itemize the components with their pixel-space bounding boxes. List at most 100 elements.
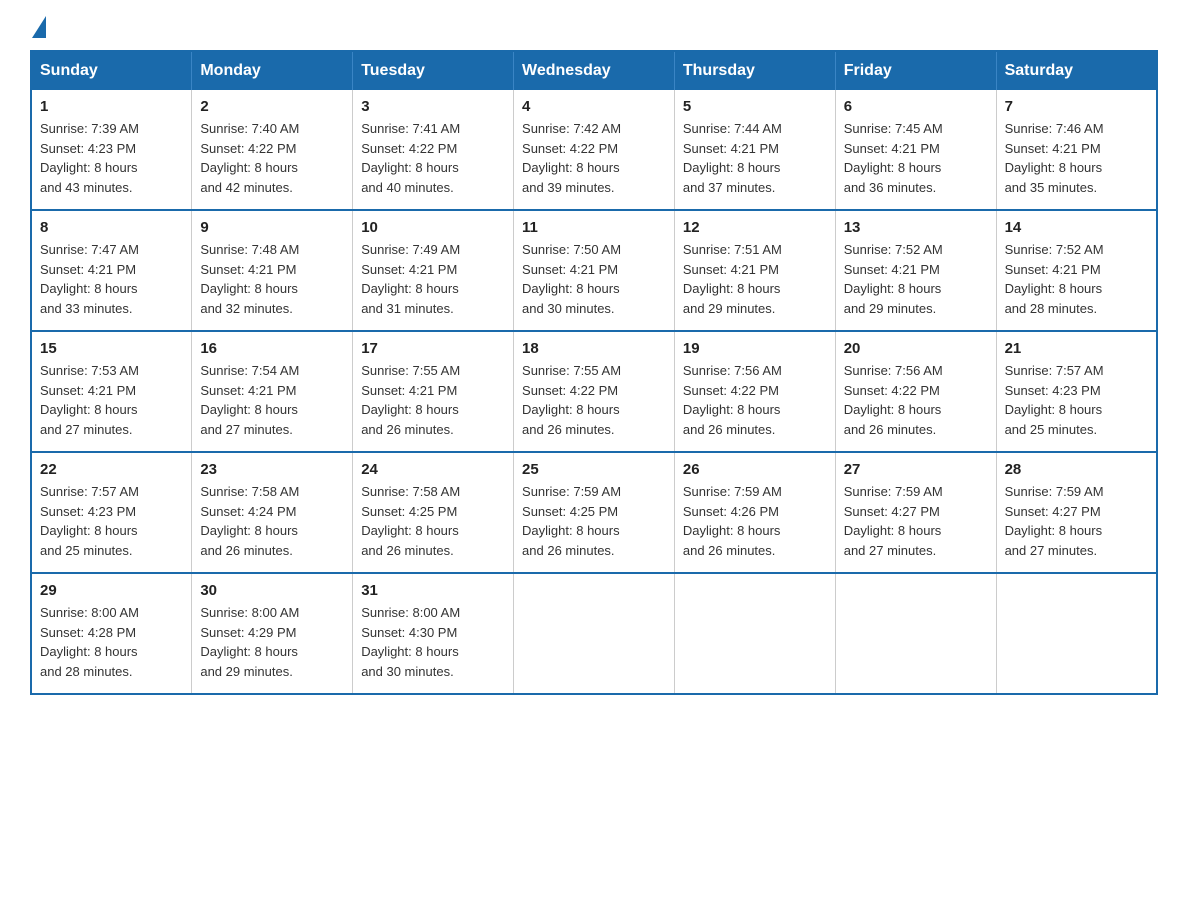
day-number: 23 [200,461,344,478]
day-info: Sunrise: 7:46 AMSunset: 4:21 PMDaylight:… [1005,121,1104,195]
day-number: 6 [844,98,988,115]
day-info: Sunrise: 7:59 AMSunset: 4:26 PMDaylight:… [683,484,782,558]
calendar-day-cell: 11 Sunrise: 7:50 AMSunset: 4:21 PMDaylig… [514,210,675,331]
day-number: 20 [844,340,988,357]
day-info: Sunrise: 7:58 AMSunset: 4:24 PMDaylight:… [200,484,299,558]
calendar-day-cell [996,573,1157,694]
calendar-week-row: 29 Sunrise: 8:00 AMSunset: 4:28 PMDaylig… [31,573,1157,694]
calendar-day-cell: 5 Sunrise: 7:44 AMSunset: 4:21 PMDayligh… [674,90,835,210]
day-info: Sunrise: 8:00 AMSunset: 4:30 PMDaylight:… [361,605,460,679]
day-info: Sunrise: 7:45 AMSunset: 4:21 PMDaylight:… [844,121,943,195]
day-number: 26 [683,461,827,478]
day-info: Sunrise: 7:51 AMSunset: 4:21 PMDaylight:… [683,242,782,316]
day-info: Sunrise: 7:58 AMSunset: 4:25 PMDaylight:… [361,484,460,558]
calendar-day-cell: 1 Sunrise: 7:39 AMSunset: 4:23 PMDayligh… [31,90,192,210]
calendar-day-cell: 16 Sunrise: 7:54 AMSunset: 4:21 PMDaylig… [192,331,353,452]
day-number: 3 [361,98,505,115]
day-info: Sunrise: 7:39 AMSunset: 4:23 PMDaylight:… [40,121,139,195]
calendar-header: SundayMondayTuesdayWednesdayThursdayFrid… [31,51,1157,90]
calendar-day-cell: 28 Sunrise: 7:59 AMSunset: 4:27 PMDaylig… [996,452,1157,573]
calendar-day-cell: 2 Sunrise: 7:40 AMSunset: 4:22 PMDayligh… [192,90,353,210]
calendar-day-cell: 24 Sunrise: 7:58 AMSunset: 4:25 PMDaylig… [353,452,514,573]
day-info: Sunrise: 7:50 AMSunset: 4:21 PMDaylight:… [522,242,621,316]
day-number: 4 [522,98,666,115]
calendar-week-row: 15 Sunrise: 7:53 AMSunset: 4:21 PMDaylig… [31,331,1157,452]
day-number: 19 [683,340,827,357]
day-number: 18 [522,340,666,357]
day-number: 13 [844,219,988,236]
calendar-day-cell: 7 Sunrise: 7:46 AMSunset: 4:21 PMDayligh… [996,90,1157,210]
calendar-day-cell: 15 Sunrise: 7:53 AMSunset: 4:21 PMDaylig… [31,331,192,452]
day-info: Sunrise: 7:59 AMSunset: 4:27 PMDaylight:… [1005,484,1104,558]
day-number: 14 [1005,219,1148,236]
calendar-day-cell [835,573,996,694]
weekday-header-saturday: Saturday [996,51,1157,90]
day-number: 25 [522,461,666,478]
day-info: Sunrise: 7:48 AMSunset: 4:21 PMDaylight:… [200,242,299,316]
day-info: Sunrise: 7:57 AMSunset: 4:23 PMDaylight:… [1005,363,1104,437]
day-number: 29 [40,582,183,599]
calendar-week-row: 1 Sunrise: 7:39 AMSunset: 4:23 PMDayligh… [31,90,1157,210]
day-number: 17 [361,340,505,357]
day-info: Sunrise: 7:42 AMSunset: 4:22 PMDaylight:… [522,121,621,195]
day-info: Sunrise: 7:44 AMSunset: 4:21 PMDaylight:… [683,121,782,195]
day-number: 27 [844,461,988,478]
day-info: Sunrise: 8:00 AMSunset: 4:28 PMDaylight:… [40,605,139,679]
day-number: 9 [200,219,344,236]
calendar-table: SundayMondayTuesdayWednesdayThursdayFrid… [30,50,1158,695]
day-number: 8 [40,219,183,236]
calendar-day-cell: 22 Sunrise: 7:57 AMSunset: 4:23 PMDaylig… [31,452,192,573]
day-number: 21 [1005,340,1148,357]
weekday-header-thursday: Thursday [674,51,835,90]
calendar-day-cell: 6 Sunrise: 7:45 AMSunset: 4:21 PMDayligh… [835,90,996,210]
calendar-day-cell: 21 Sunrise: 7:57 AMSunset: 4:23 PMDaylig… [996,331,1157,452]
day-number: 30 [200,582,344,599]
calendar-day-cell: 14 Sunrise: 7:52 AMSunset: 4:21 PMDaylig… [996,210,1157,331]
day-number: 16 [200,340,344,357]
calendar-day-cell: 23 Sunrise: 7:58 AMSunset: 4:24 PMDaylig… [192,452,353,573]
day-info: Sunrise: 7:56 AMSunset: 4:22 PMDaylight:… [683,363,782,437]
calendar-week-row: 22 Sunrise: 7:57 AMSunset: 4:23 PMDaylig… [31,452,1157,573]
day-number: 12 [683,219,827,236]
day-info: Sunrise: 7:57 AMSunset: 4:23 PMDaylight:… [40,484,139,558]
weekday-header-tuesday: Tuesday [353,51,514,90]
day-number: 1 [40,98,183,115]
calendar-day-cell: 29 Sunrise: 8:00 AMSunset: 4:28 PMDaylig… [31,573,192,694]
calendar-day-cell: 13 Sunrise: 7:52 AMSunset: 4:21 PMDaylig… [835,210,996,331]
weekday-header-sunday: Sunday [31,51,192,90]
calendar-day-cell [514,573,675,694]
day-info: Sunrise: 7:52 AMSunset: 4:21 PMDaylight:… [844,242,943,316]
logo [30,20,46,34]
day-info: Sunrise: 7:55 AMSunset: 4:21 PMDaylight:… [361,363,460,437]
calendar-day-cell: 26 Sunrise: 7:59 AMSunset: 4:26 PMDaylig… [674,452,835,573]
day-info: Sunrise: 7:40 AMSunset: 4:22 PMDaylight:… [200,121,299,195]
calendar-day-cell: 30 Sunrise: 8:00 AMSunset: 4:29 PMDaylig… [192,573,353,694]
calendar-week-row: 8 Sunrise: 7:47 AMSunset: 4:21 PMDayligh… [31,210,1157,331]
day-info: Sunrise: 8:00 AMSunset: 4:29 PMDaylight:… [200,605,299,679]
calendar-day-cell: 8 Sunrise: 7:47 AMSunset: 4:21 PMDayligh… [31,210,192,331]
calendar-day-cell: 19 Sunrise: 7:56 AMSunset: 4:22 PMDaylig… [674,331,835,452]
day-number: 11 [522,219,666,236]
day-info: Sunrise: 7:49 AMSunset: 4:21 PMDaylight:… [361,242,460,316]
day-number: 15 [40,340,183,357]
day-info: Sunrise: 7:47 AMSunset: 4:21 PMDaylight:… [40,242,139,316]
calendar-day-cell: 17 Sunrise: 7:55 AMSunset: 4:21 PMDaylig… [353,331,514,452]
day-number: 28 [1005,461,1148,478]
day-number: 7 [1005,98,1148,115]
calendar-day-cell: 18 Sunrise: 7:55 AMSunset: 4:22 PMDaylig… [514,331,675,452]
calendar-day-cell: 9 Sunrise: 7:48 AMSunset: 4:21 PMDayligh… [192,210,353,331]
logo-triangle-icon [32,16,46,38]
calendar-day-cell: 10 Sunrise: 7:49 AMSunset: 4:21 PMDaylig… [353,210,514,331]
day-info: Sunrise: 7:41 AMSunset: 4:22 PMDaylight:… [361,121,460,195]
day-info: Sunrise: 7:53 AMSunset: 4:21 PMDaylight:… [40,363,139,437]
day-info: Sunrise: 7:55 AMSunset: 4:22 PMDaylight:… [522,363,621,437]
weekday-header-friday: Friday [835,51,996,90]
calendar-day-cell: 25 Sunrise: 7:59 AMSunset: 4:25 PMDaylig… [514,452,675,573]
calendar-day-cell: 12 Sunrise: 7:51 AMSunset: 4:21 PMDaylig… [674,210,835,331]
day-info: Sunrise: 7:54 AMSunset: 4:21 PMDaylight:… [200,363,299,437]
day-number: 24 [361,461,505,478]
weekday-header-monday: Monday [192,51,353,90]
day-info: Sunrise: 7:56 AMSunset: 4:22 PMDaylight:… [844,363,943,437]
calendar-day-cell: 31 Sunrise: 8:00 AMSunset: 4:30 PMDaylig… [353,573,514,694]
day-number: 5 [683,98,827,115]
